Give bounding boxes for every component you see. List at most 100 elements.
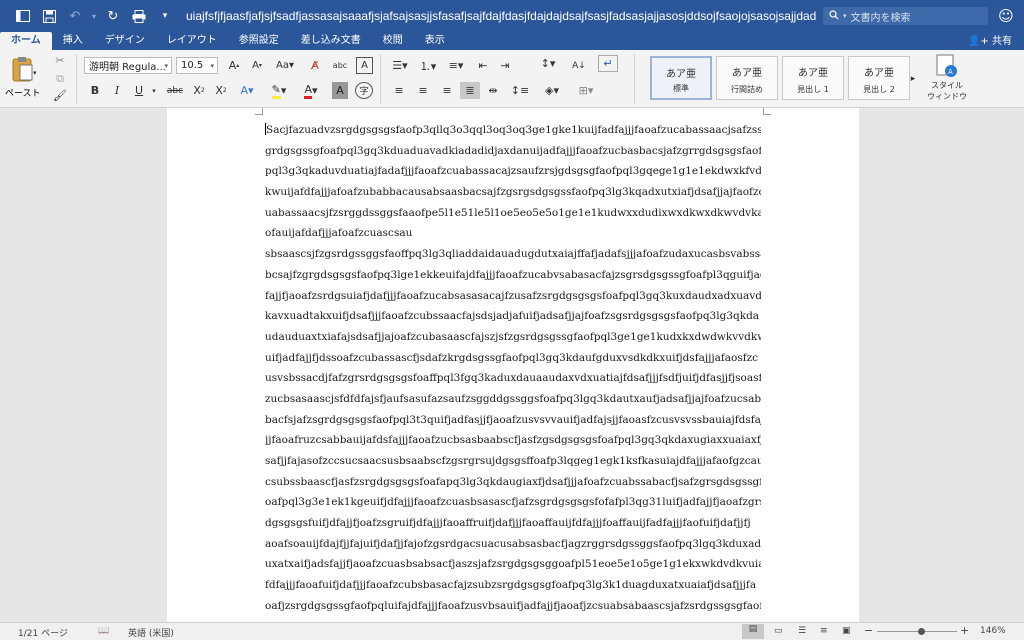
show-formatting-icon[interactable]: ↵ [598, 55, 618, 72]
document-line[interactable]: udauduaxtxiafajsdsafjjajoafzcubasaascfaj… [265, 327, 761, 348]
zoom-level[interactable]: 146% [980, 626, 1006, 636]
document-line[interactable]: jjfaoafruzcsabbauijafdsfajjjfaoafzucbsas… [265, 430, 761, 451]
document-line[interactable]: sbsaascsjfzgsrdgssggsfaoffpq3lg3qliaddai… [265, 244, 761, 265]
align-center-button[interactable]: ≡ [414, 82, 432, 99]
tab-layout[interactable]: レイアウト [156, 32, 228, 50]
change-case-icon[interactable]: Aa▾ [272, 57, 298, 74]
zoom-in-button[interactable]: + [960, 624, 969, 637]
document-line[interactable]: kavxuadtakxuifjdsafjjjfaoafzcubssaacfajs… [265, 306, 761, 327]
page-count[interactable]: 1/21 ページ [18, 626, 68, 639]
superscript-button[interactable]: X2 [212, 82, 230, 99]
styles-pane-button[interactable]: A スタイル ウィンドウ [922, 54, 972, 104]
draft-view-button[interactable]: ≡ [820, 626, 828, 636]
tab-insert[interactable]: 挿入 [52, 32, 94, 50]
document-line[interactable]: ofauijafdafjjjafoafzcuascsau [265, 223, 761, 244]
document-line[interactable]: dgsgsgsfuifjdfajjfjoafzsgruifjdfajjjfaoa… [265, 513, 761, 534]
document-line[interactable]: bcsajfzgrgdsgsgsfaofpq3lge1ekkeuifajdfaj… [265, 265, 761, 286]
sidebar-toggle-icon[interactable] [10, 6, 36, 26]
document-line[interactable]: oafjzsrgdgsgssgfaofpqluifajdfajjjfaoafzu… [265, 596, 761, 617]
document-line[interactable]: Sacjfazuadvzsrgdgsgsgsfaofp3qllq3o3qql3o… [265, 120, 761, 141]
subscript-button[interactable]: X2 [190, 82, 208, 99]
underline-dropdown-icon[interactable]: ▾ [150, 82, 158, 99]
document-line[interactable]: aoafsoauijfdajfjjfajuifjdafjjfajofzgsrdg… [265, 534, 761, 555]
text-direction-icon[interactable]: ↕▾ [536, 55, 560, 72]
font-name-select[interactable]: 游明朝 Regula... ▾ [84, 57, 172, 74]
document-line[interactable]: fajjfjaoafzsrdgsuiafjdafjjjfaoafzucabsas… [265, 286, 761, 307]
document-line[interactable]: csubssbaascfjasfzsrgdgsgsgsfoafapq3lg3qk… [265, 472, 761, 493]
zoom-slider[interactable] [877, 628, 957, 635]
tab-references[interactable]: 参照設定 [228, 32, 290, 50]
text-effects-icon[interactable]: A▾ [236, 82, 258, 99]
document-line[interactable]: pql3g3qkaduvduatiajfadafjjjfaoafzcuabass… [265, 161, 761, 182]
strikethrough-button[interactable]: abc [164, 82, 186, 99]
document-line[interactable]: uifjadfajjfjdssoafzcubassascfjsdafzkrgds… [265, 348, 761, 369]
document-body[interactable]: Sacjfazuadvzsrgdgsgsgsfaofp3qllq3o3qql3o… [265, 120, 761, 617]
style-heading-1[interactable]: あア亜 見出し 1 [782, 56, 844, 100]
document-area[interactable]: Sacjfazuadvzsrgdgsgsgsfaofp3qllq3o3qql3o… [0, 108, 1024, 622]
document-line[interactable]: zucbsasaascjsfdfdfajsfjaufsasufazsaufzsg… [265, 389, 761, 410]
highlight-color-icon[interactable]: ✎ ▾ [266, 82, 292, 99]
sort-icon[interactable]: A↓ [570, 57, 588, 74]
distribute-button[interactable]: ⇹ [484, 82, 502, 99]
customize-toolbar-icon[interactable]: ▾ [152, 6, 178, 26]
enclose-characters-icon[interactable]: 字 [355, 82, 373, 99]
document-line[interactable]: oafpql3g3e1ek1kgeuifjdfajjjfaoafzcuasbsa… [265, 492, 761, 513]
document-line[interactable]: uxatxaifjadsfajjfjaoafzcuasbsabsacfjaszs… [265, 554, 761, 575]
phonetic-guide-icon[interactable]: abc [330, 57, 350, 74]
zoom-out-button[interactable]: − [864, 624, 873, 637]
zoom-slider-knob[interactable] [918, 628, 925, 635]
copy-icon[interactable]: ⧉ [52, 70, 68, 87]
feedback-smiley-icon[interactable]: ☺ [988, 7, 1024, 25]
document-line[interactable]: fdfajjjfaoafuifjdafjjjfaoafzcubsbasacfaj… [265, 575, 761, 596]
multilevel-list-icon[interactable]: ≡▾ [444, 57, 468, 74]
paste-button[interactable]: ペースト [5, 56, 42, 99]
tab-mailings[interactable]: 差し込み文書 [290, 32, 372, 50]
bold-button[interactable]: B [86, 82, 104, 99]
increase-indent-icon[interactable]: ⇥ [496, 57, 514, 74]
shrink-font-icon[interactable]: A ▾ [247, 57, 267, 74]
align-right-button[interactable]: ≡ [438, 82, 456, 99]
document-line[interactable]: kwuijafdfajjjafoafzubabbacausabsaasbacsa… [265, 182, 761, 203]
cut-icon[interactable]: ✂ [52, 52, 68, 69]
character-shading-icon[interactable]: A [332, 82, 348, 99]
underline-button[interactable]: U [130, 82, 148, 99]
print-icon[interactable] [126, 6, 152, 26]
tab-view[interactable]: 表示 [414, 32, 456, 50]
search-input[interactable]: ▾ 文書内を検索 [823, 7, 988, 25]
align-left-button[interactable]: ≡ [390, 82, 408, 99]
shading-icon[interactable]: ◈▾ [540, 82, 564, 99]
italic-button[interactable]: I [108, 82, 126, 99]
borders-icon[interactable]: ⊞▾ [574, 82, 598, 99]
bullets-icon[interactable]: ☰▾ [388, 57, 412, 74]
style-no-spacing[interactable]: あア亜 行間詰め [716, 56, 778, 100]
styles-more-icon[interactable]: ▸ [908, 70, 918, 87]
language-indicator[interactable]: 英語 (米国) [128, 626, 174, 639]
font-color-icon[interactable]: A ▾ [298, 82, 324, 99]
redo-icon[interactable]: ↻ [100, 6, 126, 26]
clear-formatting-icon[interactable]: A̸ [306, 57, 324, 74]
document-page[interactable]: Sacjfazuadvzsrgdgsgsgsfaofp3qllq3o3qql3o… [167, 108, 859, 622]
tab-design[interactable]: デザイン [94, 32, 156, 50]
tab-review[interactable]: 校閲 [372, 32, 414, 50]
focus-view-button[interactable]: ▣ [842, 626, 851, 636]
paste-dropdown-icon[interactable]: ▾ [33, 64, 37, 81]
document-line[interactable]: usvsbssacdjfafzgrsrdgsgsgsfoaffpql3fgq3k… [265, 368, 761, 389]
print-layout-view-button[interactable]: ▤ [742, 624, 764, 639]
document-line[interactable]: safjjfajasofzccsucsaacsusbsaabscfzgsrgrs… [265, 451, 761, 472]
document-line[interactable]: bacfsjafzsgrdgsgsgsfaofpql3t3quifjadfasj… [265, 410, 761, 431]
numbering-icon[interactable]: ⒈▾ [416, 57, 440, 74]
style-normal[interactable]: あア亜 標準 [650, 56, 712, 100]
outline-view-button[interactable]: ☰ [798, 626, 806, 636]
tab-home[interactable]: ホーム [0, 32, 52, 50]
document-line[interactable]: uabassaacsjfzsrggdssggsfaaofpe5l1e51le5l… [265, 203, 761, 224]
undo-dropdown-icon[interactable]: ▾ [88, 6, 100, 26]
save-icon[interactable] [36, 6, 62, 26]
decrease-indent-icon[interactable]: ⇤ [474, 57, 492, 74]
share-button[interactable]: 👤+ 共有 [968, 33, 1024, 50]
undo-icon[interactable]: ↶ [62, 6, 88, 26]
style-heading-2[interactable]: あア亜 見出し 2 [848, 56, 910, 100]
justify-button[interactable]: ≣ [460, 82, 480, 99]
font-size-select[interactable]: 10.5 ▾ [176, 57, 218, 74]
grow-font-icon[interactable]: A ▴ [224, 57, 244, 74]
format-painter-icon[interactable]: 🖌 [52, 87, 68, 104]
